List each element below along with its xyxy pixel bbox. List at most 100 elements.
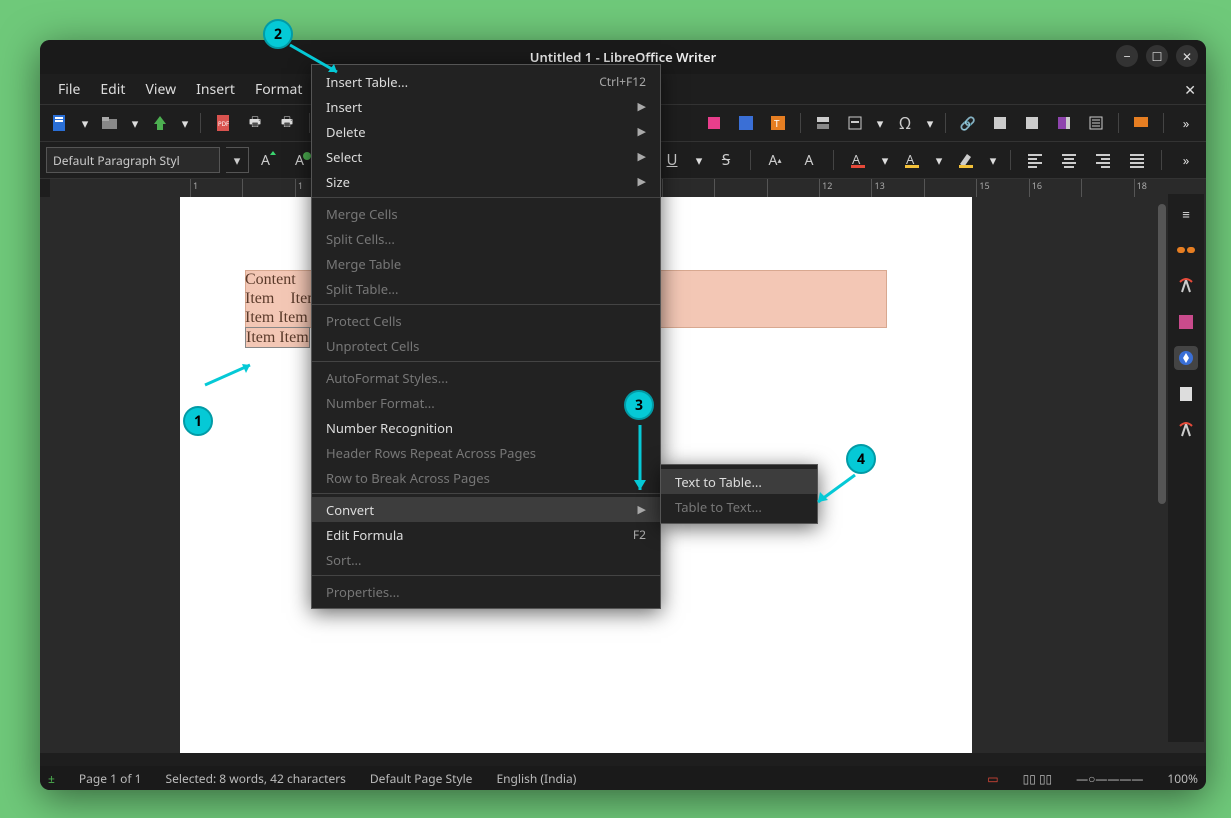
callout-arrow-4: [810, 470, 860, 510]
dropdown-icon[interactable]: ▾: [130, 111, 140, 135]
dropdown-icon[interactable]: ▾: [80, 111, 90, 135]
char-bg-icon[interactable]: [954, 148, 978, 172]
gallery-icon[interactable]: [1174, 310, 1198, 334]
callout-4: 4: [846, 444, 876, 474]
dropdown-icon[interactable]: ▾: [934, 148, 944, 172]
ruler-tick: 1: [190, 179, 242, 197]
char-panel-icon[interactable]: [1174, 274, 1198, 298]
menu-edit[interactable]: Edit: [90, 75, 135, 104]
align-right-icon[interactable]: [1091, 148, 1115, 172]
insert-mode-icon[interactable]: ▭: [987, 770, 998, 787]
special-char-icon[interactable]: Ω: [893, 111, 917, 135]
callout-1: 1: [183, 406, 213, 436]
align-center-icon[interactable]: [1057, 148, 1081, 172]
scrollbar-thumb[interactable]: [1158, 204, 1166, 504]
menu-item-sort-: Sort...: [312, 547, 660, 572]
menu-item-number-format-: Number Format...: [312, 390, 660, 415]
statusbar: ± Page 1 of 1 Selected: 8 words, 42 char…: [40, 766, 1206, 790]
image-icon[interactable]: [734, 111, 758, 135]
menu-item-convert[interactable]: Convert▶: [312, 497, 660, 522]
pdf-icon[interactable]: PDF: [211, 111, 235, 135]
endnote-icon[interactable]: [1020, 111, 1044, 135]
text-line: Item Item: [245, 327, 310, 348]
bookmark-icon[interactable]: [1052, 111, 1076, 135]
strikethrough-icon[interactable]: S: [714, 148, 738, 172]
subscript-icon[interactable]: A: [797, 148, 821, 172]
superscript-icon[interactable]: A▴: [763, 148, 787, 172]
menu-item-delete[interactable]: Delete▶: [312, 119, 660, 144]
footnote-icon[interactable]: [988, 111, 1012, 135]
open-icon[interactable]: [98, 111, 122, 135]
menu-icon[interactable]: ≡: [1174, 202, 1198, 226]
document-text[interactable]: Content Item Item Item Item Item Item: [245, 270, 320, 348]
submenu-item-text-to-table-[interactable]: Text to Table...: [661, 469, 817, 494]
menu-item-size[interactable]: Size▶: [312, 169, 660, 194]
dropdown-icon[interactable]: ▾: [925, 111, 935, 135]
align-justify-icon[interactable]: [1125, 148, 1149, 172]
menu-item-number-recognition[interactable]: Number Recognition: [312, 415, 660, 440]
language-status[interactable]: English (India): [496, 770, 576, 787]
frame-icon[interactable]: [843, 111, 867, 135]
menu-item-edit-formula[interactable]: Edit FormulaF2: [312, 522, 660, 547]
menu-item-split-table-: Split Table...: [312, 276, 660, 301]
minimize-button[interactable]: ‒: [1116, 45, 1138, 67]
paragraph-style-dropdown-icon[interactable]: ▾: [226, 147, 249, 173]
document-close-icon[interactable]: ✕: [1184, 81, 1196, 100]
menu-view[interactable]: View: [135, 75, 186, 104]
menu-item-insert[interactable]: Insert▶: [312, 94, 660, 119]
menu-item-select[interactable]: Select▶: [312, 144, 660, 169]
link-icon[interactable]: [1174, 238, 1198, 262]
dropdown-icon[interactable]: ▾: [875, 111, 885, 135]
stylelist-icon[interactable]: [1174, 418, 1198, 442]
menu-item-insert-table-[interactable]: Insert Table...Ctrl+F12: [312, 69, 660, 94]
dropdown-icon[interactable]: ▾: [180, 111, 190, 135]
maximize-button[interactable]: ☐: [1146, 45, 1168, 67]
save-status-icon: ±: [48, 770, 55, 787]
close-button[interactable]: ✕: [1176, 45, 1198, 67]
dropdown-icon[interactable]: ▾: [988, 148, 998, 172]
view-layout-icon[interactable]: ▯▯ ▯▯: [1023, 770, 1053, 787]
menu-item-protect-cells: Protect Cells: [312, 308, 660, 333]
paragraph-style-combo[interactable]: Default Paragraph Styl: [46, 147, 220, 173]
cross-ref-icon[interactable]: [1084, 111, 1108, 135]
update-style-icon[interactable]: A: [257, 148, 281, 172]
more-icon[interactable]: »: [1174, 148, 1198, 172]
highlight-icon[interactable]: [702, 111, 726, 135]
print-preview-icon[interactable]: 🖶: [275, 111, 299, 135]
dropdown-icon[interactable]: ▾: [694, 148, 704, 172]
textbox-icon[interactable]: T: [766, 111, 790, 135]
selection-status: Selected: 8 words, 42 characters: [166, 770, 346, 787]
page-style-status[interactable]: Default Page Style: [370, 770, 473, 787]
window-buttons: ‒ ☐ ✕: [1116, 45, 1198, 67]
page-icon[interactable]: [1174, 382, 1198, 406]
callout-2: 2: [263, 19, 293, 49]
zoom-slider[interactable]: —○————: [1076, 770, 1143, 787]
menu-insert[interactable]: Insert: [186, 75, 245, 104]
menu-item-merge-table: Merge Table: [312, 251, 660, 276]
hyperlink-icon[interactable]: 🔗: [956, 111, 980, 135]
zoom-value[interactable]: 100%: [1167, 770, 1198, 787]
menu-item-header-rows-repeat-across-pages: Header Rows Repeat Across Pages: [312, 440, 660, 465]
new-doc-icon[interactable]: [48, 111, 72, 135]
svg-text:A: A: [261, 151, 270, 169]
text-line: Item Item: [245, 308, 320, 327]
print-icon[interactable]: 🖶: [243, 111, 267, 135]
align-left-icon[interactable]: [1023, 148, 1047, 172]
font-color-icon[interactable]: A: [846, 148, 870, 172]
submenu-item-table-to-text-: Table to Text...: [661, 494, 817, 519]
highlight-color-icon[interactable]: A: [900, 148, 924, 172]
save-icon[interactable]: [148, 111, 172, 135]
svg-text:A: A: [295, 151, 304, 169]
convert-submenu: Text to Table...Table to Text...: [660, 464, 818, 524]
menu-item-row-to-break-across-pages: Row to Break Across Pages: [312, 465, 660, 490]
dropdown-icon[interactable]: ▾: [880, 148, 890, 172]
menu-file[interactable]: File: [48, 75, 90, 104]
page-status[interactable]: Page 1 of 1: [79, 770, 142, 787]
menu-item-autoformat-styles-: AutoFormat Styles...: [312, 365, 660, 390]
comment-icon[interactable]: [1129, 111, 1153, 135]
more-icon[interactable]: »: [1174, 111, 1198, 135]
underline-icon[interactable]: U: [660, 148, 684, 172]
section-icon[interactable]: [811, 111, 835, 135]
navigator-icon[interactable]: [1174, 346, 1198, 370]
vertical-scrollbar[interactable]: [1156, 194, 1168, 734]
